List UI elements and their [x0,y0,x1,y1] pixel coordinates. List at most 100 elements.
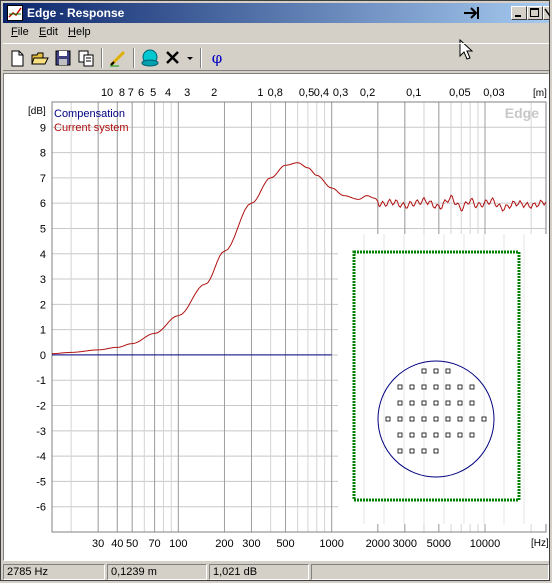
status-level: 1,021 dB [209,564,309,580]
driver-point [409,400,415,406]
x-tick-label: 200 [215,538,233,550]
phi-label: φ [211,49,223,67]
toolbar-separator [133,48,135,68]
draw-button[interactable] [107,47,129,69]
new-file-icon [11,50,24,67]
y-tick-label: -1 [36,375,46,387]
delete-button[interactable] [162,47,184,69]
maximize-icon [530,8,539,17]
y-tick-label: 8 [40,148,46,160]
y-tick-label: -2 [36,401,46,413]
top-tick-label: 0,4 [314,87,329,99]
x-tick-label: 40 [111,538,123,550]
y-tick-label: -3 [36,426,46,438]
driver-point [433,400,439,406]
driver-point [421,368,427,374]
driver-point [433,368,439,374]
x-tick-label: 3000 [393,538,417,550]
top-tick-label: 0,03 [483,87,504,99]
x-tick-label: 500 [276,538,294,550]
top-tick-label: 5 [150,87,156,99]
top-tick-label: 0,1 [406,87,421,99]
top-tick-label: 2 [211,87,217,99]
driver-point [445,384,451,390]
response-plot[interactable]: 9 8 7 6 5 4 3 2 1 0 -1 -2 -3 -4 -5 -6 30 40 50 70 100 200 300 5… [3,73,549,561]
top-tick-label: 7 [128,87,134,99]
y-tick-label: 0 [40,350,46,362]
driver-point [433,448,439,454]
driver-point [385,416,391,422]
driver-point [433,416,439,422]
driver-point [445,400,451,406]
close-button[interactable] [543,6,551,20]
x-tick-label: 10000 [470,538,501,550]
top-tick-label: 1 [257,87,263,99]
x-axis-unit: [Hz] [531,538,548,549]
legend-compensation: Compensation [54,108,125,120]
driver-point [445,368,451,374]
pencil-icon [109,50,126,67]
top-tick-label: 0,2 [360,87,375,99]
y-tick-label: 1 [40,325,46,337]
phase-button[interactable]: φ [206,47,228,69]
close-icon [544,8,551,17]
status-frequency: 2785 Hz [3,564,105,580]
x-tick-label: 100 [169,538,187,550]
driver-point [445,416,451,422]
driver-point [469,400,475,406]
x-tick-label: 30 [92,538,104,550]
y-tick-label: -6 [36,502,46,514]
top-tick-label: 6 [138,87,144,99]
menu-file[interactable]: File [11,26,29,38]
maximize-button[interactable] [527,6,543,20]
pin-arrow-icon[interactable] [461,5,481,21]
top-tick-label: 10 [101,87,113,99]
delete-x-icon [166,51,179,64]
x-tick-label: 70 [148,538,160,550]
speaker-button[interactable] [139,47,161,69]
open-button[interactable] [29,47,51,69]
minimize-button[interactable] [511,6,527,20]
x-tick-label: 300 [242,538,260,550]
copy-icon [78,50,94,67]
x-tick-label: 50 [126,538,138,550]
new-button[interactable] [6,47,28,69]
driver-point [397,432,403,438]
y-tick-label: 4 [40,249,46,261]
driver-point [421,400,427,406]
y-tick-label: -4 [36,451,46,463]
driver-point [409,384,415,390]
driver-point [457,384,463,390]
baffle-inset [338,234,548,524]
app-icon [7,5,23,21]
speaker-icon [141,49,159,67]
window-title: Edge - Response [27,6,125,20]
top-tick-label: 0,05 [449,87,470,99]
top-tick-label: 0,8 [268,87,283,99]
app-window: Edge - Response File Edit Help φ 9 8 7 6… [0,0,551,581]
driver-point [421,416,427,422]
driver-point [409,432,415,438]
driver-point [409,416,415,422]
top-tick-label: 0,3 [333,87,348,99]
y-tick-label: 7 [40,173,46,185]
save-button[interactable] [52,47,74,69]
driver-point [421,448,427,454]
copy-button[interactable] [75,47,97,69]
toolbar-separator [101,48,103,68]
delete-dropdown-button[interactable] [184,47,196,69]
driver-point [469,416,475,422]
open-folder-icon [31,52,49,65]
x-tick-label: 2000 [366,538,390,550]
driver-point [457,416,463,422]
driver-point [481,416,487,422]
minimize-icon [515,15,521,17]
dropdown-arrow-icon [187,57,193,60]
driver-point [445,432,451,438]
menu-edit[interactable]: Edit [39,26,58,38]
driver-point [397,384,403,390]
toolbar-separator [200,48,202,68]
menu-help[interactable]: Help [68,26,91,38]
response-chart: 9876543210-1-2-3-4-5-630 40 50 70 100 200 300 5… [28,87,549,550]
y-tick-label: -5 [36,476,46,488]
